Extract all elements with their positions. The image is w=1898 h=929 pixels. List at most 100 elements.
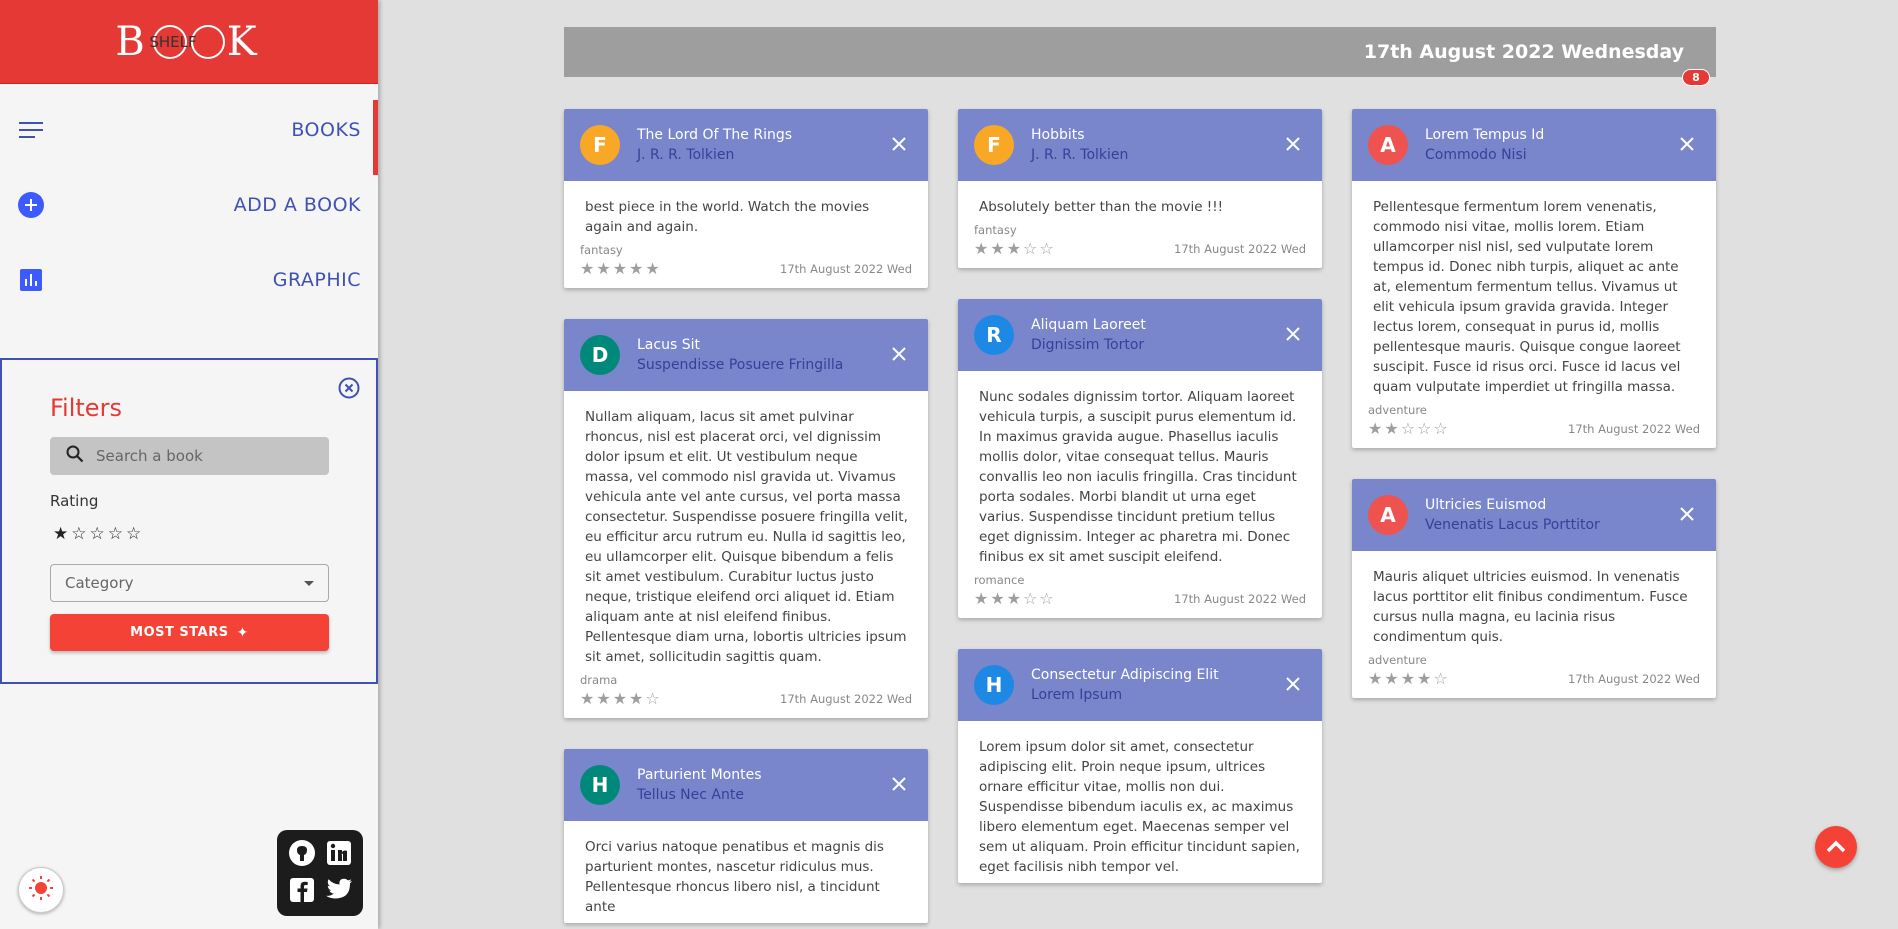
close-icon[interactable] [1284,135,1302,153]
search-input[interactable] [96,447,316,465]
book-genre: adventure [1368,403,1427,417]
star-icon: ★ [974,239,991,258]
nav-graphic[interactable]: GRAPHIC [0,242,378,317]
close-icon[interactable] [1678,505,1696,523]
category-select[interactable]: Category [50,564,329,602]
rating-star-5[interactable]: ☆ [126,524,144,544]
star-icon: ☆ [1417,419,1434,438]
star-icon: ★ [1400,669,1418,688]
book-card[interactable]: H Consectetur Adipiscing Elit Lorem Ipsum L… [958,649,1322,883]
logo-overlay: SHELF [149,32,197,51]
book-author: Suspendisse Posuere Fringilla [637,357,844,373]
avatar: D [580,335,620,375]
star-icon: ★ [1368,669,1385,688]
book-genre: romance [974,573,1025,587]
close-icon[interactable] [890,135,908,153]
book-count-badge: 8 [1682,69,1710,86]
rating-star-1[interactable]: ★ [53,524,71,544]
avatar: A [1368,495,1408,535]
star-icon: ☆ [1433,419,1450,438]
star-icon: ★ [1006,589,1024,608]
star-icon: ★ [596,689,613,708]
avatar: F [580,125,620,165]
card-header: A Ultricies Euismod Venenatis Lacus Portti… [1352,479,1716,551]
close-icon[interactable] [890,345,908,363]
book-review: Lorem ipsum dolor sit amet, consectetur … [979,739,1300,875]
menu-icon [18,117,44,143]
book-author: Lorem Ipsum [1031,687,1123,703]
card-header: A Lorem Tempus Id Commodo Nisi [1352,109,1716,181]
book-title: The Lord Of The Rings [637,127,793,143]
book-author: Commodo Nisi [1425,147,1527,163]
sidebar: B K SHELF BOOKS ADD A BOOK GRAPHIC Filte… [0,0,378,929]
scroll-to-top-button[interactable] [1815,826,1857,868]
book-card[interactable]: A Lorem Tempus Id Commodo Nisi Pellentesque… [1352,109,1716,448]
card-footer: drama ★★★★☆ 17th August 2022 Wed [564,673,928,718]
book-title: Lacus Sit [637,337,700,353]
book-review: Pellentesque fermentum lorem venenatis, … [1373,199,1681,395]
nav-add-book-label: ADD A BOOK [233,193,361,216]
category-placeholder: Category [65,574,134,592]
book-review: best piece in the world. Watch the movie… [585,199,870,235]
card-header: D Lacus Sit Suspendisse Posuere Fringilla [564,319,928,391]
star-icon: ☆ [1039,589,1056,608]
book-date: 17th August 2022 Wed [780,691,912,706]
book-author: Tellus Nec Ante [637,787,744,803]
book-column-3: A Lorem Tempus Id Commodo Nisi Pellentesque… [1352,109,1716,729]
close-icon[interactable] [1284,675,1302,693]
rating-label: Rating [50,492,99,510]
star-icon: ☆ [1400,419,1418,438]
add-circle-icon [18,191,44,218]
search-box [50,437,329,475]
star-icon: ★ [596,259,613,278]
book-rating: ★★★☆☆ [974,589,1056,608]
theme-toggle-button[interactable] [18,867,64,913]
close-icon[interactable] [1284,325,1302,343]
star-icon: ★ [645,259,662,278]
book-column-2: F Hobbits J. R. R. Tolkien Absolutely bette… [958,109,1322,914]
nav-books-label: BOOKS [291,118,361,141]
rating-star-3[interactable]: ☆ [90,524,108,544]
linkedin-icon[interactable] [326,840,352,870]
book-card[interactable]: F The Lord Of The Rings J. R. R. Tolkien be… [564,109,928,288]
book-date: 17th August 2022 Wed [1174,591,1306,606]
star-icon: ★ [990,239,1007,258]
book-card[interactable]: H Parturient Montes Tellus Nec Ante Orci va… [564,749,928,923]
star-icon: ★ [580,689,597,708]
book-card[interactable]: R Aliquam Laoreet Dignissim Tortor Nunc sod… [958,299,1322,618]
nav-add-book[interactable]: ADD A BOOK [0,167,378,242]
book-card[interactable]: A Ultricies Euismod Venenatis Lacus Portti… [1352,479,1716,698]
card-footer: fantasy ★★★☆☆ 17th August 2022 Wed [958,223,1322,268]
close-icon[interactable] [1678,135,1696,153]
book-title: Parturient Montes [637,767,762,783]
date-bar: 17th August 2022 Wednesday 8 [564,27,1716,86]
most-stars-button[interactable]: MOST STARS ✦ [50,614,329,651]
rating-filter[interactable]: ★☆☆☆☆ [53,524,144,544]
rating-star-4[interactable]: ☆ [108,524,126,544]
twitter-icon[interactable] [325,878,353,906]
book-card[interactable]: D Lacus Sit Suspendisse Posuere Fringilla N… [564,319,928,718]
close-circle-icon[interactable] [338,377,360,399]
book-author: Venenatis Lacus Porttitor [1425,517,1600,533]
rating-star-2[interactable]: ☆ [71,524,89,544]
book-rating: ★★★★★ [580,259,662,278]
current-date: 17th August 2022 Wednesday [1363,41,1684,63]
nav-books[interactable]: BOOKS [0,92,378,175]
card-footer: fantasy ★★★★★ 17th August 2022 Wed [564,243,928,288]
book-card[interactable]: F Hobbits J. R. R. Tolkien Absolutely bette… [958,109,1322,268]
card-header: H Consectetur Adipiscing Elit Lorem Ipsum [958,649,1322,721]
logo-letter-right: K [226,18,263,65]
card-footer: romance ★★★☆☆ 17th August 2022 Wed [958,573,1322,618]
star-icon: ★ [1368,419,1385,438]
close-icon[interactable] [890,775,908,793]
star-icon: ★ [1006,239,1024,258]
book-review: Orci varius natoque penatibus et magnis … [585,839,884,915]
facebook-icon[interactable] [289,877,315,907]
bookshelf-logo[interactable]: B K SHELF [115,19,262,65]
filters-panel: Filters Rating ★☆☆☆☆ Category MOST STARS… [0,358,378,684]
github-icon[interactable] [288,839,316,871]
social-links [277,830,363,916]
book-date: 17th August 2022 Wed [780,261,912,276]
most-stars-label: MOST STARS [130,625,229,640]
book-title: Aliquam Laoreet [1031,317,1146,333]
